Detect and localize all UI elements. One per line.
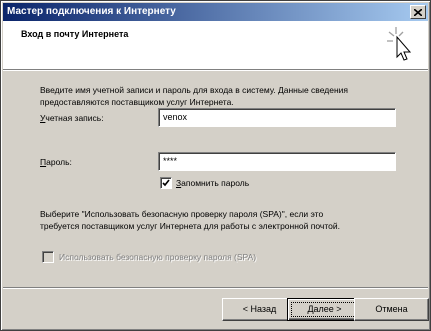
password-input[interactable]: **** [158, 152, 396, 171]
password-label: Пароль: [40, 157, 72, 167]
account-input[interactable]: venox [158, 108, 396, 127]
remember-password-label[interactable]: Запомнить пароль [176, 178, 249, 188]
intro-line-1: Введите имя учетной записи и пароль для … [40, 85, 348, 95]
remember-password-checkbox[interactable] [160, 177, 172, 189]
remember-label-rest: апомнить пароль [181, 178, 250, 188]
close-icon [414, 8, 422, 16]
cancel-button[interactable]: Отмена [354, 298, 429, 321]
intro-line-2: предоставляются поставщиком услуг Интерн… [40, 97, 234, 107]
window-title: Мастер подключения к Интернету [7, 6, 176, 17]
account-label: Учетная запись: [40, 113, 104, 123]
account-label-rest: четная запись: [45, 113, 104, 123]
header-separator [3, 69, 428, 71]
spa-note: Выберите "Использовать безопасную провер… [40, 208, 400, 232]
checkmark-icon [162, 179, 170, 187]
back-button[interactable]: < Назад [222, 298, 297, 321]
next-button[interactable]: Далее > [287, 298, 362, 321]
password-label-rest: ароль: [46, 157, 72, 167]
wizard-header: Вход в почту Интернета [3, 21, 428, 69]
spa-note-line-2: требуется поставщиком услуг Интернета дл… [40, 221, 340, 231]
footer-separator [3, 287, 428, 289]
spa-checkbox[interactable] [42, 251, 54, 263]
header-title: Вход в почту Интернета [21, 29, 129, 39]
wizard-cursor-icon [386, 23, 416, 65]
spa-note-line-1: Выберите "Использовать безопасную провер… [40, 209, 324, 219]
spa-checkbox-label: Использовать безопасную проверку пароля … [59, 252, 257, 262]
close-button[interactable] [410, 5, 426, 19]
title-bar: Мастер подключения к Интернету [3, 3, 428, 21]
wizard-window: Мастер подключения к Интернету Вход в по… [0, 0, 431, 331]
intro-text: Введите имя учетной записи и пароль для … [40, 84, 400, 108]
